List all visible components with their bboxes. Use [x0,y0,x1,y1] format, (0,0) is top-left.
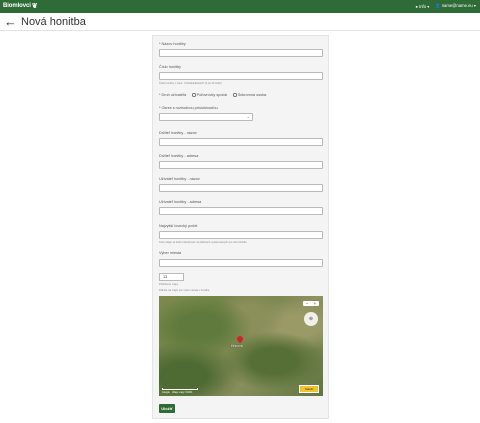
place-label: Výber miesta [159,251,182,255]
brand-name: Biomlovci [3,3,31,9]
holder-address-input[interactable] [159,161,323,169]
user-address-label: Užívateľ honitby - adresa [159,200,202,204]
map-attribution[interactable]: Google · Údaje mapy ©2024 [162,391,192,394]
zoom-input[interactable]: 13 [159,273,184,281]
map-type-toggle[interactable]: Satelit [299,385,319,393]
hunt-number-input[interactable] [159,231,323,239]
owner-label: * Druh užívateľa [159,93,187,97]
map-help: Kliknite na mapu pre výber miesta v honi… [159,289,210,292]
info-menu[interactable]: ● Info ▾ [415,4,429,9]
page-header: ← Nová honitba [4,15,86,28]
info-menu-label: Info [419,3,427,9]
holder-address-label: Držiteľ honitby - adresa [159,154,199,158]
location-map[interactable]: − + ⊕ Hrinová Google · Údaje mapy ©2024 … [159,296,323,396]
hunting-ground-form: * Názov honitby Číslo honitby Číslo honi… [152,35,329,419]
hunt-number-label: Najvyšší lovecký počet [159,224,198,228]
user-menu[interactable]: 👤 name@name.eu ▾ [435,3,476,9]
map-zoom-controls: − + [303,301,319,306]
number-help: Číslo honitby v tvare: COHHHHHHHH? (4 až… [159,82,222,85]
name-input[interactable] [159,49,323,57]
name-label: * Názov honitby [159,42,186,46]
number-input[interactable] [159,72,323,80]
map-place-label: Hrinová [231,344,243,348]
page-title: Nová honitba [21,15,86,28]
deer-icon: ❦ [31,3,38,10]
owner-option-club[interactable]: Poľovnícky spolok [192,93,227,97]
number-label: Číslo honitby [159,65,181,69]
chevron-down-icon: ⌄ [246,114,250,119]
zoom-in-button[interactable]: + [311,301,319,306]
header-divider [0,30,480,31]
map-scale-bar [162,388,198,390]
owner-type-group: * Druh užívateľa Poľovnícky spolok Súkro… [159,93,266,97]
owner-option-label: Poľovnícky spolok [196,93,228,97]
top-nav-links: ● Info ▾ 👤 name@name.eu ▾ [415,3,476,9]
user-name-input[interactable] [159,184,323,192]
user-address-input[interactable] [159,207,323,215]
place-input[interactable] [159,259,323,267]
owner-option-private[interactable]: Súkromná osoba [233,93,266,97]
hunt-number-help: Tieto údaje sa budú zobrazovať na faktúr… [159,241,247,244]
owner-option-label: Súkromná osoba [237,93,267,97]
compass-icon[interactable]: ⊕ [304,312,318,326]
radio-icon [233,93,237,97]
top-navbar: Biomlovci ❦ ● Info ▾ 👤 name@name.eu ▾ [0,0,480,13]
region-select[interactable]: ⌄ [159,113,253,121]
zoom-label: Priblíženie mapy [159,283,179,286]
map-pin-icon[interactable] [235,334,245,344]
region-label: * Okres s rozhodnou príslušnosťou [159,106,218,110]
radio-icon [192,93,196,97]
user-name-label: Užívateľ honitby - názov [159,177,200,181]
arrow-left-icon[interactable]: ← [4,15,17,28]
zoom-out-button[interactable]: − [303,301,311,306]
holder-name-label: Držiteľ honitby - názov [159,131,197,135]
holder-name-input[interactable] [159,138,323,146]
brand-logo[interactable]: Biomlovci ❦ [3,2,38,10]
save-button[interactable]: Uložiť [159,404,175,413]
user-email: name@name.eu [441,3,473,8]
